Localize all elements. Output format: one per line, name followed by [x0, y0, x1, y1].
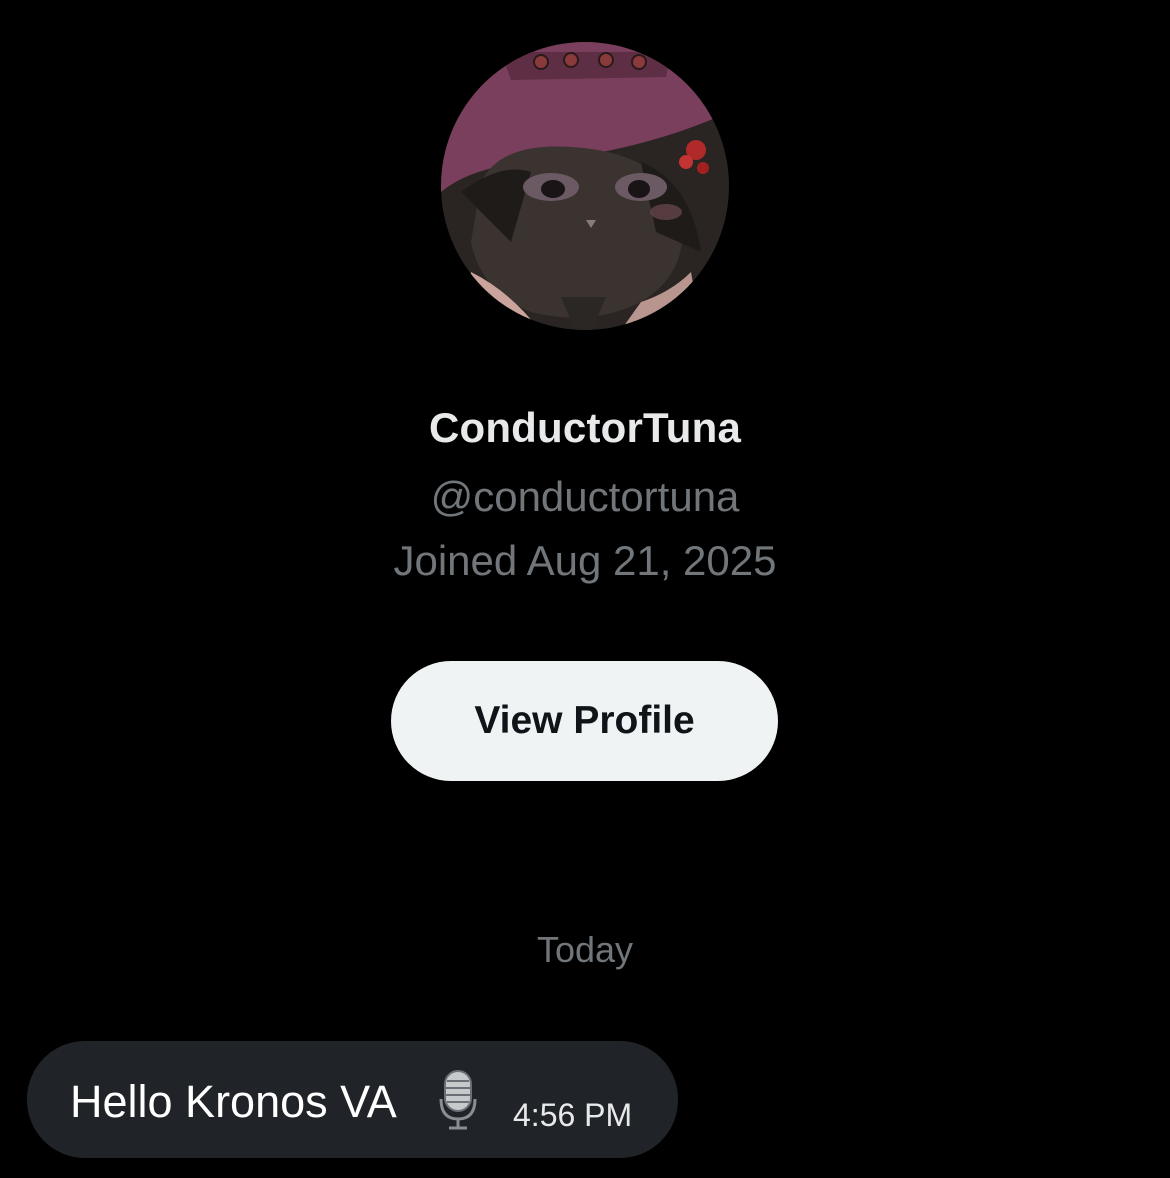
message-bubble[interactable]: Hello Kronos VA 4:56 PM: [27, 1041, 678, 1158]
user-handle: @conductortuna: [430, 473, 740, 520]
joined-date: Joined Aug 21, 2025: [393, 537, 777, 584]
message-text: Hello Kronos VA: [70, 1076, 397, 1127]
avatar-image: [441, 42, 729, 330]
view-profile-button[interactable]: View Profile: [391, 661, 778, 781]
display-name: ConductorTuna: [428, 404, 742, 451]
avatar[interactable]: [441, 42, 729, 330]
message-timestamp: 4:56 PM: [513, 1097, 633, 1133]
microphone-icon: [437, 1069, 479, 1131]
day-divider: Today: [536, 929, 634, 970]
